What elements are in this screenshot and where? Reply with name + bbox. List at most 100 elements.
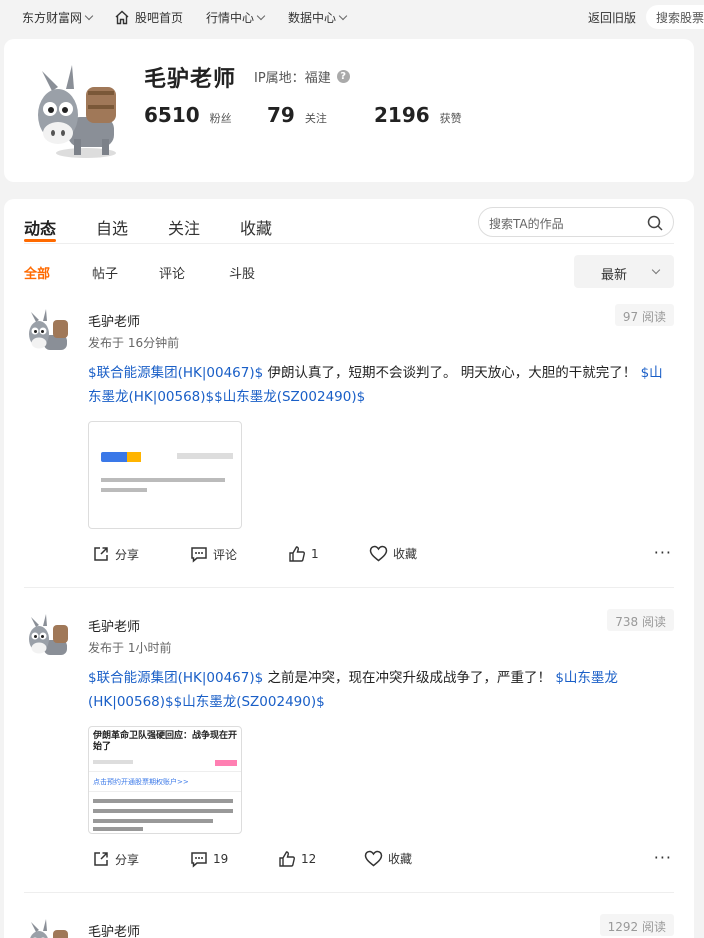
profile-card: 毛驴老师 IP属地： 福建? 6510 粉丝 79 关注 2196 获赞	[4, 39, 694, 182]
read-count-badge: 738 阅读	[607, 609, 674, 631]
comment-icon	[191, 852, 207, 868]
stock-search-input[interactable]: 搜索股票	[646, 5, 704, 29]
likes-label: 获赞	[439, 112, 462, 125]
stock-link[interactable]: $山东墨龙(SZ002490)$	[174, 694, 325, 710]
image-decor	[89, 771, 241, 772]
share-button[interactable]: 分享	[92, 545, 139, 563]
donkey-avatar[interactable]	[28, 57, 124, 161]
share-label: 分享	[115, 852, 140, 867]
post-item: 毛驴老师 发布于 1小时前 738 阅读 $联合能源集团(HK|00467)$ …	[24, 604, 674, 894]
active-tab-indicator	[24, 239, 56, 242]
post-time: 发布于 1小时前	[88, 641, 172, 655]
tab-following[interactable]: 关注	[168, 215, 200, 239]
image-decor	[127, 452, 141, 462]
ip-location: IP属地： 福建?	[254, 67, 350, 86]
follow-stat[interactable]: 79 关注	[267, 103, 327, 127]
chevron-down-icon	[338, 11, 348, 21]
subtab-stock-battle[interactable]: 斗股	[229, 263, 255, 282]
image-headline: 伊朗革命卫队强硬回应：战争现在开始了	[93, 731, 238, 752]
market-menu[interactable]: 行情中心	[206, 9, 266, 26]
search-works-placeholder: 搜索TA的作品	[489, 217, 564, 231]
brand-menu[interactable]: 东方财富网	[22, 9, 94, 26]
image-decor	[101, 478, 225, 482]
image-decor	[101, 488, 147, 492]
author-avatar[interactable]	[24, 915, 72, 938]
favorite-button[interactable]: 收藏	[364, 850, 412, 867]
stock-link[interactable]: $山东墨龙(SZ002490)$	[214, 389, 365, 405]
follow-label: 关注	[304, 112, 327, 125]
data-menu[interactable]: 数据中心	[288, 9, 348, 26]
image-decor	[93, 819, 213, 823]
tab-watchlist[interactable]: 自选	[96, 215, 128, 239]
subtab-comments[interactable]: 评论	[159, 263, 185, 282]
brand-label: 东方财富网	[22, 11, 83, 25]
stock-link[interactable]: $联合能源集团(HK|00467)$	[88, 670, 263, 686]
chevron-down-icon	[256, 11, 266, 21]
post-image[interactable]: 伊朗革命卫队强硬回应：战争现在开始了 点击预约开通股票期权账户>>	[88, 726, 242, 834]
profile-name: 毛驴老师	[144, 67, 237, 92]
image-decor	[93, 760, 133, 764]
author-name[interactable]: 毛驴老师	[88, 311, 140, 330]
read-count-badge: 97 阅读	[614, 304, 674, 326]
help-icon[interactable]: ?	[336, 70, 350, 83]
subtab-posts[interactable]: 帖子	[92, 263, 118, 282]
old-version-link[interactable]: 返回旧版	[588, 9, 636, 26]
stock-link[interactable]: $联合能源集团(HK|00467)$	[88, 365, 263, 381]
sort-label: 最新	[601, 268, 628, 283]
likes-stat[interactable]: 2196 获赞	[374, 103, 462, 127]
home-icon	[115, 10, 129, 25]
post-divider	[24, 892, 674, 893]
post-divider	[24, 587, 674, 588]
favorite-button[interactable]: 收藏	[369, 545, 417, 562]
favorite-label: 收藏	[388, 852, 413, 866]
share-button[interactable]: 分享	[92, 850, 139, 868]
more-options-icon[interactable]: ···	[654, 543, 672, 562]
chevron-down-icon	[84, 11, 94, 21]
image-decor	[93, 827, 143, 831]
author-name[interactable]: 毛驴老师	[88, 921, 140, 938]
comment-button[interactable]: 19	[190, 850, 228, 868]
ip-label: IP属地：	[254, 71, 305, 86]
share-icon	[94, 547, 108, 561]
like-button[interactable]: 1	[288, 545, 319, 563]
image-decor	[215, 760, 237, 766]
feed-panel: 动态 自选 关注 收藏 搜索TA的作品 全部 帖子 评论 斗股 最新 毛驴老师 …	[4, 199, 694, 938]
post-text: 伊朗认真了，短期不会谈判了。 明天放心，大胆的干就完了！	[263, 365, 641, 381]
fans-stat[interactable]: 6510 粉丝	[144, 103, 232, 127]
thumbs-up-icon	[279, 851, 295, 867]
sort-dropdown[interactable]: 最新	[574, 255, 674, 288]
like-count: 12	[301, 852, 317, 866]
ip-value: 福建	[304, 71, 331, 86]
home-link[interactable]: 股吧首页	[114, 9, 183, 26]
post-image[interactable]	[88, 421, 242, 529]
search-icon[interactable]	[647, 215, 663, 231]
author-name[interactable]: 毛驴老师	[88, 616, 140, 635]
tab-favorites[interactable]: 收藏	[240, 215, 272, 239]
author-avatar[interactable]	[24, 305, 72, 357]
chevron-down-icon	[651, 265, 661, 275]
post-text: 之前是冲突，现在冲突升级成战争了，严重了！	[263, 670, 556, 686]
author-avatar[interactable]	[24, 610, 72, 662]
post-content[interactable]: $联合能源集团(HK|00467)$ 伊朗认真了，短期不会谈判了。 明天放心，大…	[88, 361, 676, 409]
follow-count: 79	[267, 103, 295, 127]
fans-label: 粉丝	[209, 112, 232, 125]
market-label: 行情中心	[206, 11, 255, 25]
image-decor	[93, 799, 233, 803]
like-button[interactable]: 12	[278, 850, 316, 868]
data-label: 数据中心	[288, 11, 337, 25]
more-options-icon[interactable]: ···	[654, 848, 672, 867]
tab-activity[interactable]: 动态	[24, 215, 56, 239]
image-decor	[93, 809, 233, 813]
post-content[interactable]: $联合能源集团(HK|00467)$ 之前是冲突，现在冲突升级成战争了，严重了！…	[88, 666, 676, 714]
search-works-input[interactable]: 搜索TA的作品	[478, 207, 674, 237]
thumbs-up-icon	[289, 546, 305, 562]
post-item: 毛驴老师 发布于 16分钟前 97 阅读 $联合能源集团(HK|00467)$ …	[24, 299, 674, 589]
top-nav: 东方财富网 股吧首页 行情中心 数据中心 返回旧版 搜索股票	[0, 0, 704, 34]
post-time: 发布于 16分钟前	[88, 336, 180, 350]
subtab-all[interactable]: 全部	[24, 263, 50, 282]
share-icon	[94, 852, 108, 866]
comment-button[interactable]: 评论	[190, 545, 237, 563]
read-count-badge: 1292 阅读	[599, 914, 674, 936]
comment-label: 评论	[213, 547, 238, 562]
favorite-label: 收藏	[393, 547, 418, 561]
